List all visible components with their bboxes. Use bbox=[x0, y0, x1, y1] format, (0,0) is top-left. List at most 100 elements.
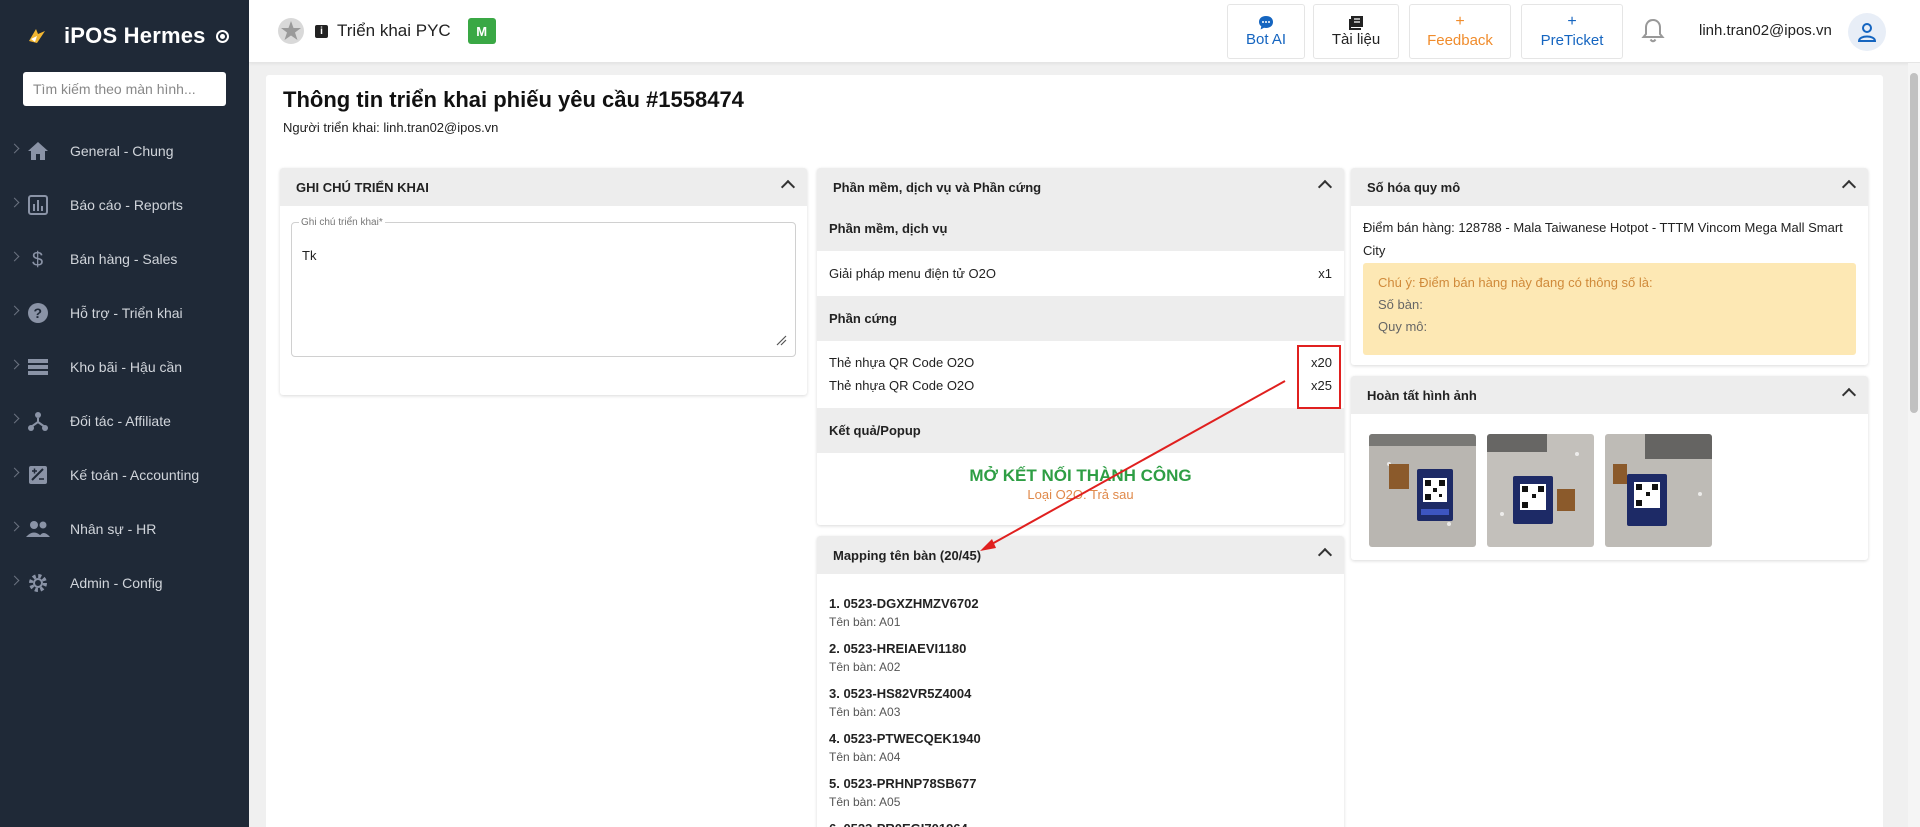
notes-card: GHI CHÚ TRIỂN KHAI Ghi chú triển khai* T… bbox=[280, 168, 807, 395]
scrollbar[interactable] bbox=[1908, 63, 1920, 827]
chevron-up-icon[interactable] bbox=[1317, 179, 1333, 195]
svg-text:$: $ bbox=[32, 249, 43, 270]
chevron-right-icon bbox=[9, 143, 20, 154]
sidebar-item-accounting[interactable]: Kế toán - Accounting bbox=[0, 448, 249, 502]
bot-ai-button[interactable]: Bot AI bbox=[1227, 4, 1305, 59]
main-content: Thông tin triển khai phiếu yêu cầu #1558… bbox=[266, 75, 1883, 827]
notes-card-header[interactable]: GHI CHÚ TRIỂN KHAI bbox=[280, 168, 807, 206]
sidebar-item-support[interactable]: ? Hỗ trợ - Triển khai bbox=[0, 286, 249, 340]
scrollbar-thumb[interactable] bbox=[1910, 73, 1918, 413]
resize-handle-icon[interactable] bbox=[776, 335, 787, 346]
images-card-header[interactable]: Hoàn tất hình ảnh bbox=[1351, 376, 1868, 414]
scale-card: Số hóa quy mô Điểm bán hàng: 128788 - Ma… bbox=[1351, 168, 1868, 365]
search-placeholder: Tìm kiếm theo màn hình... bbox=[33, 81, 196, 97]
info-icon[interactable]: i bbox=[315, 24, 328, 38]
feedback-label: Feedback bbox=[1427, 32, 1493, 49]
services-card-header[interactable]: Phần mềm, dịch vụ và Phần cứng bbox=[817, 168, 1344, 206]
chevron-up-icon[interactable] bbox=[780, 179, 796, 195]
mapping-card-header[interactable]: Mapping tên bàn (20/45) bbox=[817, 536, 1344, 574]
chevron-right-icon bbox=[9, 575, 20, 586]
result-type: Loại O2O: Trả sau bbox=[1027, 487, 1134, 502]
star-icon[interactable] bbox=[277, 17, 305, 45]
sidebar-item-label: Báo cáo - Reports bbox=[70, 197, 183, 213]
library-icon bbox=[1349, 16, 1363, 30]
user-email[interactable]: linh.tran02@ipos.vn bbox=[1699, 22, 1832, 39]
user-icon bbox=[1857, 23, 1877, 42]
chevron-up-icon[interactable] bbox=[1841, 179, 1857, 195]
avatar[interactable] bbox=[1848, 13, 1886, 51]
sidebar-item-affiliate[interactable]: Đối tác - Affiliate bbox=[0, 394, 249, 448]
notes-field-value: Tk bbox=[302, 248, 317, 263]
hermes-logo-icon bbox=[29, 29, 45, 43]
top-bar: i Triển khai PYC M Bot AI Tài liệu + Fee… bbox=[249, 0, 1920, 63]
notes-textarea[interactable]: Ghi chú triển khai* Tk bbox=[291, 217, 796, 357]
services-card-title: Phần mềm, dịch vụ và Phần cứng bbox=[833, 179, 1042, 195]
chat-icon bbox=[1259, 16, 1273, 30]
chevron-right-icon bbox=[9, 521, 20, 532]
page-title: Thông tin triển khai phiếu yêu cầu #1558… bbox=[283, 87, 744, 112]
docs-label: Tài liệu bbox=[1331, 31, 1381, 48]
help-icon: ? bbox=[26, 301, 50, 325]
sidebar-item-label: Nhân sự - HR bbox=[70, 521, 157, 537]
sidebar-item-admin[interactable]: Admin - Config bbox=[0, 556, 249, 610]
chevron-up-icon[interactable] bbox=[1841, 387, 1857, 403]
app-name: iPOS Hermes bbox=[64, 23, 206, 48]
sidebar-item-general[interactable]: General - Chung bbox=[0, 124, 249, 178]
sidebar: iPOS Hermes Tìm kiếm theo màn hình... Ge… bbox=[0, 0, 249, 827]
hardware-item: Thẻ nhựa QR Code O2O x20 bbox=[829, 351, 1332, 374]
notes-card-title: GHI CHÚ TRIỂN KHAI bbox=[296, 179, 429, 195]
mapping-code: 4. 0523-PTWECQEK1940 bbox=[829, 731, 981, 746]
sidebar-search-input[interactable]: Tìm kiếm theo màn hình... bbox=[23, 72, 226, 106]
dollar-icon: $ bbox=[26, 247, 50, 271]
list-icon bbox=[26, 355, 50, 379]
brand[interactable]: iPOS Hermes bbox=[0, 0, 249, 72]
scale-card-title: Số hóa quy mô bbox=[1367, 179, 1461, 195]
chevron-right-icon bbox=[9, 359, 20, 370]
sidebar-item-label: Admin - Config bbox=[70, 575, 163, 591]
chevron-right-icon bbox=[9, 467, 20, 478]
svg-text:?: ? bbox=[34, 305, 43, 321]
bar-chart-icon bbox=[26, 193, 50, 217]
images-card: Hoàn tất hình ảnh bbox=[1351, 376, 1868, 560]
hardware-list: Thẻ nhựa QR Code O2O x20 Thẻ nhựa QR Cod… bbox=[817, 341, 1344, 409]
radio-icon[interactable] bbox=[215, 29, 229, 43]
services-card: Phần mềm, dịch vụ và Phần cứng Phần mềm,… bbox=[817, 168, 1344, 525]
warning-text: Chú ý: Điểm bán hàng này đang có thông s… bbox=[1378, 275, 1653, 290]
sidebar-item-warehouse[interactable]: Kho bãi - Hậu cần bbox=[0, 340, 249, 394]
feedback-button[interactable]: + Feedback bbox=[1409, 4, 1511, 59]
plus-icon: + bbox=[1567, 13, 1577, 30]
mapping-table-name: Tên bàn: A05 bbox=[829, 795, 901, 809]
sidebar-item-label: Kế toán - Accounting bbox=[70, 467, 200, 483]
calculator-icon bbox=[26, 463, 50, 487]
notes-field-label: Ghi chú triển khai* bbox=[299, 217, 385, 228]
sidebar-item-reports[interactable]: Báo cáo - Reports bbox=[0, 178, 249, 232]
docs-button[interactable]: Tài liệu bbox=[1313, 4, 1399, 59]
sidebar-item-hr[interactable]: Nhân sự - HR bbox=[0, 502, 249, 556]
software-item-qty: x1 bbox=[1318, 266, 1332, 281]
scale-card-header[interactable]: Số hóa quy mô bbox=[1351, 168, 1868, 206]
image-gallery bbox=[1351, 414, 1868, 560]
sidebar-item-sales[interactable]: $ Bán hàng - Sales bbox=[0, 232, 249, 286]
bell-icon[interactable] bbox=[1640, 17, 1666, 45]
software-section-title: Phần mềm, dịch vụ bbox=[817, 206, 1344, 251]
chevron-up-icon[interactable] bbox=[1317, 547, 1333, 563]
sidebar-nav: General - Chung Báo cáo - Reports $ Bán … bbox=[0, 124, 249, 610]
status-badge[interactable]: M bbox=[467, 18, 496, 44]
mapping-card: Mapping tên bàn (20/45) 1. 0523-DGXZHMZV… bbox=[817, 536, 1344, 827]
photo-thumbnail[interactable] bbox=[1369, 434, 1476, 547]
photo-thumbnail[interactable] bbox=[1605, 434, 1712, 547]
hardware-section-title: Phần cứng bbox=[817, 296, 1344, 341]
preticket-label: PreTicket bbox=[1540, 32, 1604, 49]
mapping-table-name: Tên bàn: A02 bbox=[829, 660, 901, 674]
sidebar-item-label: Bán hàng - Sales bbox=[70, 251, 178, 267]
chevron-right-icon bbox=[9, 251, 20, 262]
chevron-right-icon bbox=[9, 197, 20, 208]
gear-icon bbox=[26, 571, 50, 595]
mapping-list: 1. 0523-DGXZHMZV6702 Tên bàn: A01 2. 052… bbox=[817, 574, 1344, 827]
sidebar-item-label: Kho bãi - Hậu cần bbox=[70, 359, 183, 375]
photo-thumbnail[interactable] bbox=[1487, 434, 1594, 547]
preticket-button[interactable]: + PreTicket bbox=[1521, 4, 1623, 59]
page-heading-title: Triển khai PYC bbox=[337, 21, 451, 40]
result-section-title: Kết quả/Popup bbox=[817, 408, 1344, 453]
mapping-code: 6. 0523-PR0EGI701964 bbox=[829, 813, 1332, 827]
